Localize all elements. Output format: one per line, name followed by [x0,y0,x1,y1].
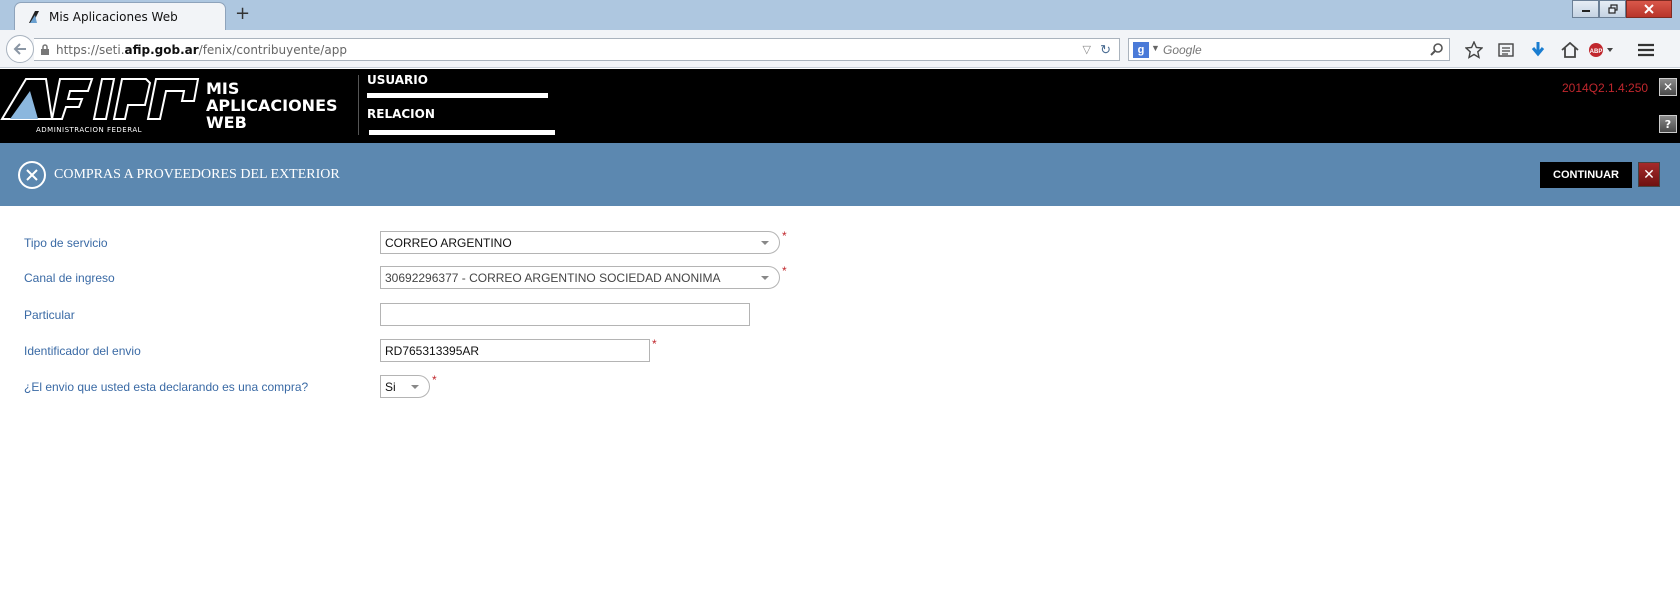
window-controls [1572,0,1672,18]
relacion-value-redacted [369,130,555,135]
app-header: ADMINISTRACION FEDERAL MIS APLICACIONES … [0,69,1680,143]
download-icon[interactable] [1522,38,1554,62]
browser-titlebar: Mis Aplicaciones Web + [0,0,1680,30]
new-tab-button[interactable]: + [235,4,250,24]
identificador-input[interactable]: RD765313395AR [380,339,650,362]
usuario-label: USUARIO [367,73,428,87]
tipo-servicio-select[interactable]: CORREO ARGENTINO [380,231,780,254]
chevron-down-icon [761,276,769,280]
search-bar[interactable]: g ▼ Google [1128,38,1450,61]
lock-icon [41,44,49,55]
bookmark-star-icon[interactable] [1458,38,1490,62]
minimize-icon [1581,10,1590,12]
particular-input[interactable] [380,303,750,326]
adblock-icon[interactable]: ABP [1586,38,1618,62]
menu-icon[interactable] [1630,38,1662,62]
back-arrow-icon [13,43,26,55]
section-banner: COMPRAS A PROVEEDORES DEL EXTERIOR CONTI… [0,143,1680,206]
reading-list-icon[interactable] [1490,38,1522,62]
form-row-tipo-servicio: Tipo de servicio CORREO ARGENTINO * [0,229,1680,255]
required-mark: * [432,373,437,387]
cancel-button[interactable]: ✕ [1638,162,1660,187]
particular-label: Particular [24,308,75,322]
search-placeholder: Google [1163,43,1202,57]
logo-subtitle: ADMINISTRACION FEDERAL [36,126,143,134]
form-row-compra: ¿El envio que usted esta declarando es u… [0,373,1680,399]
relacion-label: RELACION [367,107,435,121]
usuario-value-redacted [367,93,548,98]
form-row-canal-ingreso: Canal de ingreso 30692296377 - CORREO AR… [0,264,1680,290]
minimize-button[interactable] [1572,0,1599,18]
header-close-button[interactable]: ✕ [1659,78,1677,96]
close-icon [1644,4,1654,14]
url-bar[interactable]: https://seti.afip.gob.ar/fenix/contribuy… [34,38,1120,61]
restore-icon [1607,4,1618,14]
chevron-down-icon [761,241,769,245]
tab-title: Mis Aplicaciones Web [49,10,178,24]
engine-dropdown-icon[interactable]: ▼ [1151,43,1160,53]
required-mark: * [782,229,787,243]
google-engine-icon[interactable]: g [1133,42,1149,58]
restore-button[interactable] [1599,0,1626,18]
help-button[interactable]: ? [1659,115,1677,133]
home-icon[interactable] [1554,38,1586,62]
window-close-button[interactable] [1626,0,1672,18]
toolbar-icons: ABP [1458,38,1662,62]
back-button[interactable] [6,35,34,63]
search-icon[interactable] [1430,42,1444,56]
browser-navbar: https://seti.afip.gob.ar/fenix/contribuy… [0,30,1680,68]
url-dropdown-icon[interactable]: ▽ [1083,43,1091,56]
compra-label: ¿El envio que usted esta declarando es u… [24,380,309,394]
identificador-label: Identificador del envio [24,344,141,358]
tipo-servicio-label: Tipo de servicio [24,236,108,250]
page-title: COMPRAS A PROVEEDORES DEL EXTERIOR [54,167,340,182]
version-label: 2014Q2.1.4:250 [1562,81,1649,95]
browser-tab[interactable]: Mis Aplicaciones Web [14,2,226,30]
required-mark: * [652,337,657,351]
required-mark: * [782,264,787,278]
svg-text:ABP: ABP [1590,49,1603,55]
form-row-identificador: Identificador del envio RD765313395AR * [0,337,1680,363]
afip-favicon-icon [29,11,39,23]
continuar-button[interactable]: CONTINUAR [1540,162,1632,188]
form-row-particular: Particular [0,303,1680,327]
header-divider [358,75,359,135]
app-title: MIS APLICACIONES WEB [206,79,338,132]
chevron-down-icon [411,385,419,389]
url-text: https://seti.afip.gob.ar/fenix/contribuy… [56,43,347,57]
close-circle-icon[interactable] [18,161,46,189]
compra-select[interactable]: Si [380,375,430,398]
reload-icon[interactable]: ↻ [1100,42,1111,58]
canal-ingreso-label: Canal de ingreso [24,271,115,285]
canal-ingreso-select[interactable]: 30692296377 - CORREO ARGENTINO SOCIEDAD … [380,266,780,289]
